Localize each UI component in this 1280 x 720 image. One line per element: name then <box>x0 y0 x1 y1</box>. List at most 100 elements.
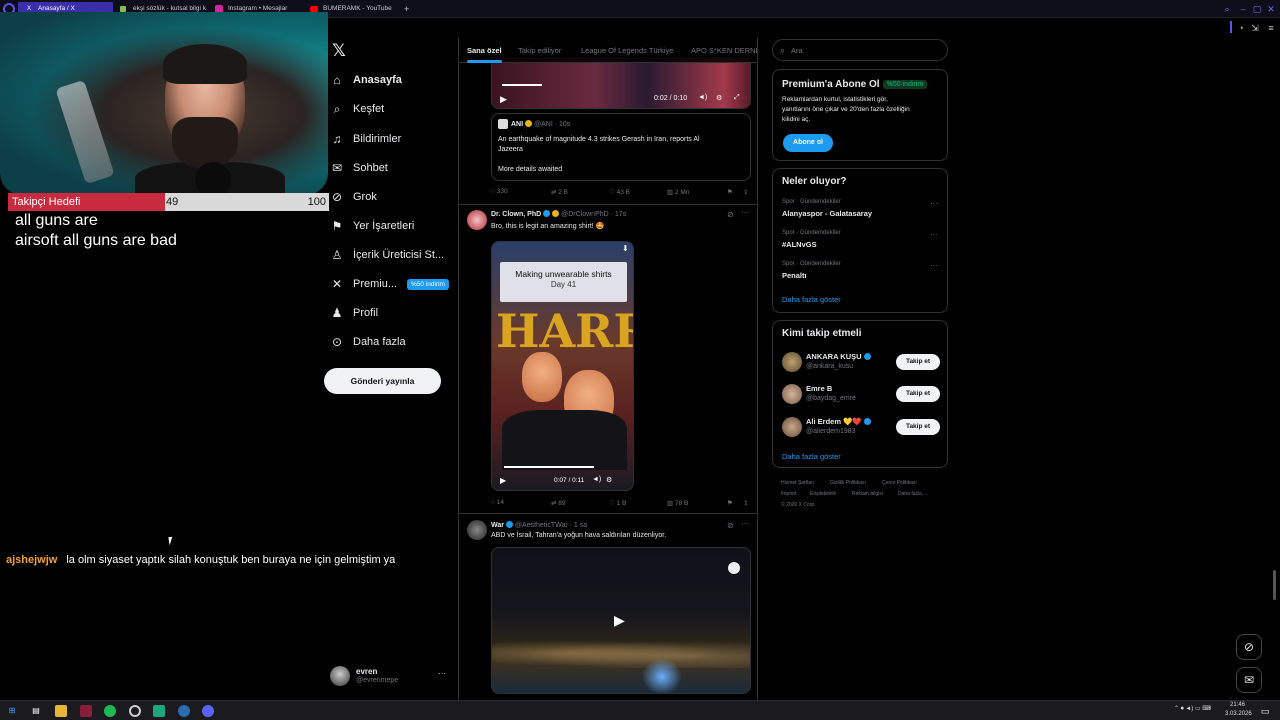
task-view-icon[interactable]: ▤ <box>30 705 42 717</box>
more-icon[interactable]: ··· <box>930 230 938 239</box>
suggestion-name[interactable]: Emre B <box>806 384 832 393</box>
settings-icon[interactable]: ⚙ <box>716 94 722 102</box>
show-more-link[interactable]: Daha fazla göster <box>782 295 841 304</box>
scrollbar[interactable] <box>1273 570 1276 600</box>
avatar[interactable] <box>467 210 487 230</box>
play-icon[interactable]: ▶ <box>500 476 506 485</box>
volume-icon[interactable]: ◄) <box>592 476 601 483</box>
trend-topic[interactable]: Alanyaspor - Galatasaray <box>782 209 872 218</box>
account-switcher[interactable]: evren @evrenntepe ··· <box>330 666 450 688</box>
footer-link[interactable]: Imprint <box>781 491 796 497</box>
avatar[interactable] <box>782 417 802 437</box>
post3-video[interactable]: ▶ <box>491 547 751 694</box>
fullscreen-icon[interactable]: ⤢ <box>734 94 740 102</box>
play-icon[interactable]: ▶ <box>614 612 625 629</box>
windows-start-icon[interactable]: ⊞ <box>6 705 18 717</box>
grok-icon[interactable]: ⊘ <box>727 210 734 219</box>
obs-icon[interactable] <box>129 705 141 717</box>
notification-icon[interactable]: ▭ <box>1259 705 1271 717</box>
more-icon[interactable]: ··· <box>930 261 938 270</box>
tab-lol-turkiye[interactable]: League Of Legends Türkiye <box>581 46 673 55</box>
suggestion-name[interactable]: Ali Erdem 💛❤️ <box>806 417 871 426</box>
quoted-post[interactable]: ANI @ANI · 10s An earthquake of magnitud… <box>491 113 751 181</box>
reply-button[interactable]: ○ 330 <box>491 188 508 195</box>
more-icon[interactable]: ··· <box>930 199 938 208</box>
nav-item-bookmarks[interactable]: ⚑ Yer İşaretleri <box>330 215 415 237</box>
tab-apo-list[interactable]: APO S*KEN DERNE <box>691 46 757 55</box>
clock-date[interactable]: 3.03.2026 <box>1225 711 1252 717</box>
share-icon[interactable]: ⇪ <box>743 188 748 196</box>
file-explorer-icon[interactable] <box>55 705 67 717</box>
bookmark-icon[interactable]: ⚑ <box>727 188 733 196</box>
follow-button[interactable]: Takip et <box>896 354 940 370</box>
x-logo-icon[interactable]: 𝕏 <box>330 42 348 60</box>
footer-link[interactable]: Gizlilik Politikası <box>830 480 866 486</box>
nav-item-notifications[interactable]: ♫ Bildirimler <box>330 128 402 150</box>
post1-video[interactable]: ▶ 0:02 / 0:10 ◄) ⚙ ⤢ <box>491 57 751 109</box>
avatar[interactable] <box>782 384 802 404</box>
search-input[interactable]: ⌕ Ara <box>772 39 948 61</box>
repost-button[interactable]: ⇄ 89 <box>551 499 566 507</box>
grok-icon[interactable]: ⊘ <box>727 521 734 530</box>
close-icon[interactable]: ✕ <box>1266 4 1276 14</box>
play-icon[interactable]: ▶ <box>500 94 507 105</box>
nav-item-creator-studio[interactable]: ♙ İçerik Üreticisi St... <box>330 244 444 266</box>
trend-topic[interactable]: Penaltı <box>782 271 807 280</box>
follow-button[interactable]: Takip et <box>896 419 940 435</box>
tab-for-you[interactable]: Sana özel <box>467 46 502 55</box>
opera-gx-icon[interactable] <box>80 705 92 717</box>
tab-following[interactable]: Takip ediliyor <box>518 46 561 55</box>
share-icon[interactable]: ⇪ <box>743 499 748 507</box>
suggestion-name[interactable]: ANKARA KUŞU <box>806 352 871 361</box>
nav-item-explore[interactable]: ⌕ Keşfet <box>330 98 385 120</box>
footer-link[interactable]: Çerez Politikası <box>882 480 917 486</box>
follow-button[interactable]: Takip et <box>896 386 940 402</box>
new-tab-button[interactable]: + <box>398 2 418 16</box>
grok-icon[interactable]: ⊘ <box>1236 634 1262 660</box>
avatar[interactable] <box>467 520 487 540</box>
volume-icon[interactable]: ◄) <box>698 94 707 101</box>
nav-item-chat[interactable]: ✉ Sohbet <box>330 157 388 179</box>
footer-link[interactable]: Hizmet Şartları <box>781 480 814 486</box>
nav-item-grok[interactable]: ⊘ Grok <box>330 186 377 208</box>
maximize-icon[interactable]: ▢ <box>1252 4 1262 14</box>
chat-icon[interactable]: ◔ <box>1236 23 1246 33</box>
app-icon[interactable] <box>153 705 165 717</box>
post2-name[interactable]: Dr. Clown, PhD <box>491 211 541 218</box>
nav-item-premium[interactable]: ✕ Premiu... %50 indirim <box>330 273 449 295</box>
avatar[interactable] <box>782 352 802 372</box>
nav-item-home[interactable]: ⌂ Anasayfa <box>330 69 402 91</box>
like-button[interactable]: ♡ 43 B <box>609 188 630 196</box>
subscribe-button[interactable]: Abone ol <box>783 134 833 152</box>
nav-item-more[interactable]: ⊙ Daha fazla <box>330 331 406 353</box>
clock-time[interactable]: 21:46 <box>1230 702 1245 708</box>
menu-icon[interactable]: ≡ <box>1266 23 1276 33</box>
tray-icons[interactable]: ⌃ ⏺ ◄) ▭ ⌨ <box>1174 705 1211 713</box>
settings-icon[interactable]: ⚙ <box>606 476 612 484</box>
messages-icon[interactable]: ✉ <box>1236 667 1262 693</box>
footer-link[interactable]: Reklam bilgisi <box>852 491 883 497</box>
post-button[interactable]: Gönderi yayınla <box>324 368 441 394</box>
footer-link[interactable]: Daha fazla ... <box>898 491 927 497</box>
more-icon[interactable]: ··· <box>741 519 749 528</box>
download-icon[interactable]: ⬇ <box>622 244 629 253</box>
more-icon[interactable]: ··· <box>741 208 749 217</box>
post2-video[interactable]: Making unwearable shirts Day 41 HARR ▶ 0… <box>491 241 634 491</box>
repost-button[interactable]: ⇄ 2 B <box>551 188 568 196</box>
minimize-icon[interactable]: – <box>1238 4 1248 14</box>
steam-icon[interactable] <box>178 705 190 717</box>
bookmark-icon[interactable]: ⚑ <box>727 499 733 507</box>
footer-link[interactable]: Erişilebilirlik <box>810 491 836 497</box>
show-more-link[interactable]: Daha fazla göster <box>782 452 841 461</box>
nav-item-profile[interactable]: ♟ Profil <box>330 302 378 324</box>
reply-button[interactable]: ○ 14 <box>491 499 504 506</box>
views-button[interactable]: ▥ 78 B <box>667 499 688 507</box>
views-button[interactable]: ▥ 2 Mn <box>667 188 689 196</box>
search-icon[interactable]: ⌕ <box>1222 4 1232 14</box>
like-button[interactable]: ♡ 1 B <box>609 499 626 507</box>
trend-topic[interactable]: #ALNvGS <box>782 240 817 249</box>
more-icon[interactable]: ··· <box>438 669 446 678</box>
discord-icon[interactable] <box>202 705 214 717</box>
post3-name[interactable]: War <box>491 522 504 529</box>
download-icon[interactable] <box>728 562 740 574</box>
